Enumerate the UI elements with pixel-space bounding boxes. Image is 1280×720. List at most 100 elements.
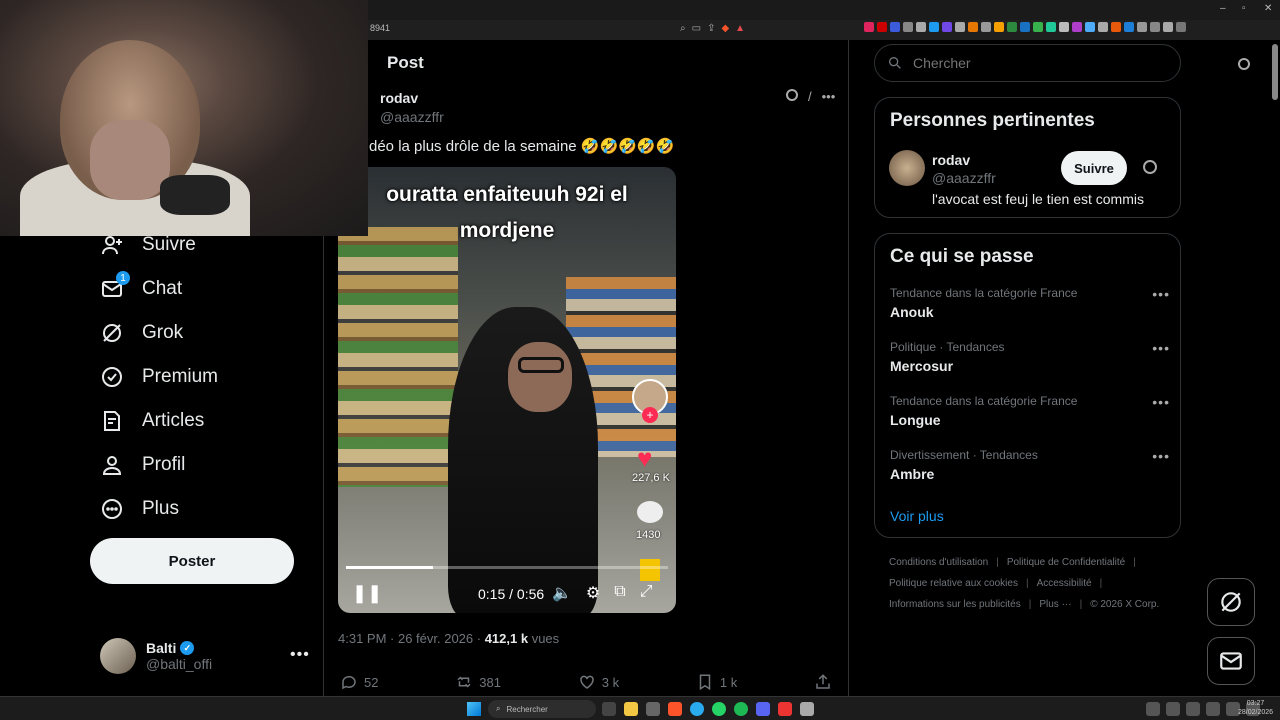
like-button[interactable]: 3 k	[578, 673, 619, 691]
avatar[interactable]	[889, 150, 925, 186]
settings-icon[interactable]	[800, 702, 814, 716]
reply-button[interactable]: 52	[340, 673, 378, 691]
discord-icon[interactable]	[756, 702, 770, 716]
follow-button[interactable]: Suivre	[1061, 151, 1127, 185]
extension-icon[interactable]	[981, 22, 991, 32]
account-switcher[interactable]: Balti ✓ @balti_offi	[100, 638, 212, 674]
more-options-icon[interactable]: •••	[1152, 448, 1170, 464]
extension-icon[interactable]	[955, 22, 965, 32]
author-handle[interactable]: @aaazzffr	[380, 109, 444, 125]
close-icon[interactable]: ✕	[1264, 3, 1272, 14]
extension-icon[interactable]	[968, 22, 978, 32]
bookmark-button[interactable]: 1 k	[696, 673, 737, 691]
brave-browser-icon[interactable]	[668, 702, 682, 716]
footer-link[interactable]: Accessibilité	[1037, 578, 1092, 589]
more-options-icon[interactable]: •••	[1152, 394, 1170, 410]
post-author[interactable]: rodav @aaazzffr	[380, 90, 444, 125]
block-icon[interactable]	[786, 89, 798, 101]
footer-link[interactable]: Politique de Confidentialité	[1007, 557, 1125, 568]
block-icon[interactable]	[1238, 58, 1250, 70]
grok-explain-icon[interactable]: /	[808, 89, 812, 104]
extension-icon[interactable]	[1124, 22, 1134, 32]
video-progress-bar[interactable]	[346, 566, 668, 569]
extension-icon[interactable]	[890, 22, 900, 32]
person-handle[interactable]: @aaazzffr	[932, 170, 996, 186]
app-icon[interactable]	[778, 702, 792, 716]
task-view-icon[interactable]	[602, 702, 616, 716]
extension-icon[interactable]	[1007, 22, 1017, 32]
settings-gear-icon[interactable]: ⚙	[586, 583, 600, 603]
nav-item-articles[interactable]: Articles	[100, 409, 204, 433]
tray-icon[interactable]	[1186, 702, 1200, 716]
address-bar[interactable]: 8941	[370, 23, 390, 33]
volume-icon[interactable]: 🔈	[552, 583, 572, 603]
extension-icon[interactable]	[916, 22, 926, 32]
person-name[interactable]: rodav	[932, 152, 970, 168]
extension-icon[interactable]	[1033, 22, 1043, 32]
scrollbar[interactable]	[1272, 44, 1278, 100]
share-button[interactable]	[814, 673, 832, 691]
grok-float-button[interactable]	[1207, 578, 1255, 626]
trend-item[interactable]: Tendance dans la catégorie France Longue…	[890, 394, 1170, 428]
windows-start-icon[interactable]	[467, 702, 481, 716]
picture-in-picture-icon[interactable]: ⧉	[614, 583, 625, 603]
extension-icon[interactable]	[929, 22, 939, 32]
app-icon[interactable]	[646, 702, 660, 716]
taskbar-search[interactable]: ⌕ Rechercher	[488, 700, 596, 718]
fullscreen-icon[interactable]: ⤢	[640, 583, 653, 603]
extension-icon[interactable]	[994, 22, 1004, 32]
extension-icon[interactable]	[1150, 22, 1160, 32]
messages-float-button[interactable]	[1207, 637, 1255, 685]
extension-icon[interactable]	[877, 22, 887, 32]
extension-icon[interactable]	[1176, 22, 1186, 32]
tray-icon[interactable]	[1206, 702, 1220, 716]
extension-icon[interactable]	[1111, 22, 1121, 32]
screenshot-icon[interactable]: ▭	[692, 23, 701, 34]
maximize-icon[interactable]: ▫	[1242, 3, 1246, 14]
minimize-icon[interactable]: –	[1220, 3, 1226, 14]
extension-icon[interactable]	[1163, 22, 1173, 32]
spotify-icon[interactable]	[734, 702, 748, 716]
search-box[interactable]	[874, 44, 1181, 82]
search-input[interactable]	[911, 54, 1151, 72]
extension-icon[interactable]	[1059, 22, 1069, 32]
footer-link[interactable]: Politique relative aux cookies	[889, 578, 1018, 589]
post-timestamp[interactable]: 4:31 PM · 26 févr. 2026 ·	[338, 631, 485, 646]
extension-icon[interactable]	[1046, 22, 1056, 32]
more-options-icon[interactable]: •••	[1152, 340, 1170, 356]
extension-icon[interactable]	[903, 22, 913, 32]
file-explorer-icon[interactable]	[624, 702, 638, 716]
footer-link[interactable]: Conditions d'utilisation	[889, 557, 988, 568]
more-options-icon[interactable]: •••	[822, 89, 836, 104]
zoom-icon[interactable]: ⌕	[680, 23, 686, 34]
nav-item-premium[interactable]: Premium	[100, 365, 218, 389]
trend-item[interactable]: Politique · Tendances Mercosur •••	[890, 340, 1170, 374]
author-name[interactable]: rodav	[380, 90, 444, 106]
nav-item-plus[interactable]: Plus	[100, 497, 179, 521]
nav-item-grok[interactable]: Grok	[100, 321, 183, 345]
nav-item-chat[interactable]: 1 Chat	[100, 271, 182, 301]
block-icon[interactable]	[1143, 160, 1157, 174]
footer-link[interactable]: Plus ···	[1039, 599, 1071, 610]
pause-icon[interactable]: ❚❚	[352, 583, 382, 604]
more-options-icon[interactable]: •••	[290, 646, 310, 664]
repost-button[interactable]: 381	[455, 673, 501, 691]
extension-icon[interactable]	[942, 22, 952, 32]
tray-icon[interactable]	[1166, 702, 1180, 716]
taskbar-clock[interactable]: 03:27 28/02/2026	[1238, 699, 1273, 717]
telegram-icon[interactable]	[690, 702, 704, 716]
more-options-icon[interactable]: •••	[1152, 286, 1170, 302]
post-button[interactable]: Poster	[90, 538, 294, 584]
brave-shield-icon[interactable]: ◆	[721, 23, 729, 34]
share-icon[interactable]: ⇪	[707, 23, 715, 34]
extension-icon[interactable]	[1098, 22, 1108, 32]
tray-icon[interactable]	[1146, 702, 1160, 716]
nav-item-suivre[interactable]: Suivre	[100, 233, 196, 257]
whatsapp-icon[interactable]	[712, 702, 726, 716]
extension-icon[interactable]	[1072, 22, 1082, 32]
extension-icon[interactable]	[1020, 22, 1030, 32]
extension-icon[interactable]	[1137, 22, 1147, 32]
extension-icon[interactable]	[1085, 22, 1095, 32]
nav-item-profil[interactable]: Profil	[100, 453, 185, 477]
footer-link[interactable]: Informations sur les publicités	[889, 599, 1021, 610]
